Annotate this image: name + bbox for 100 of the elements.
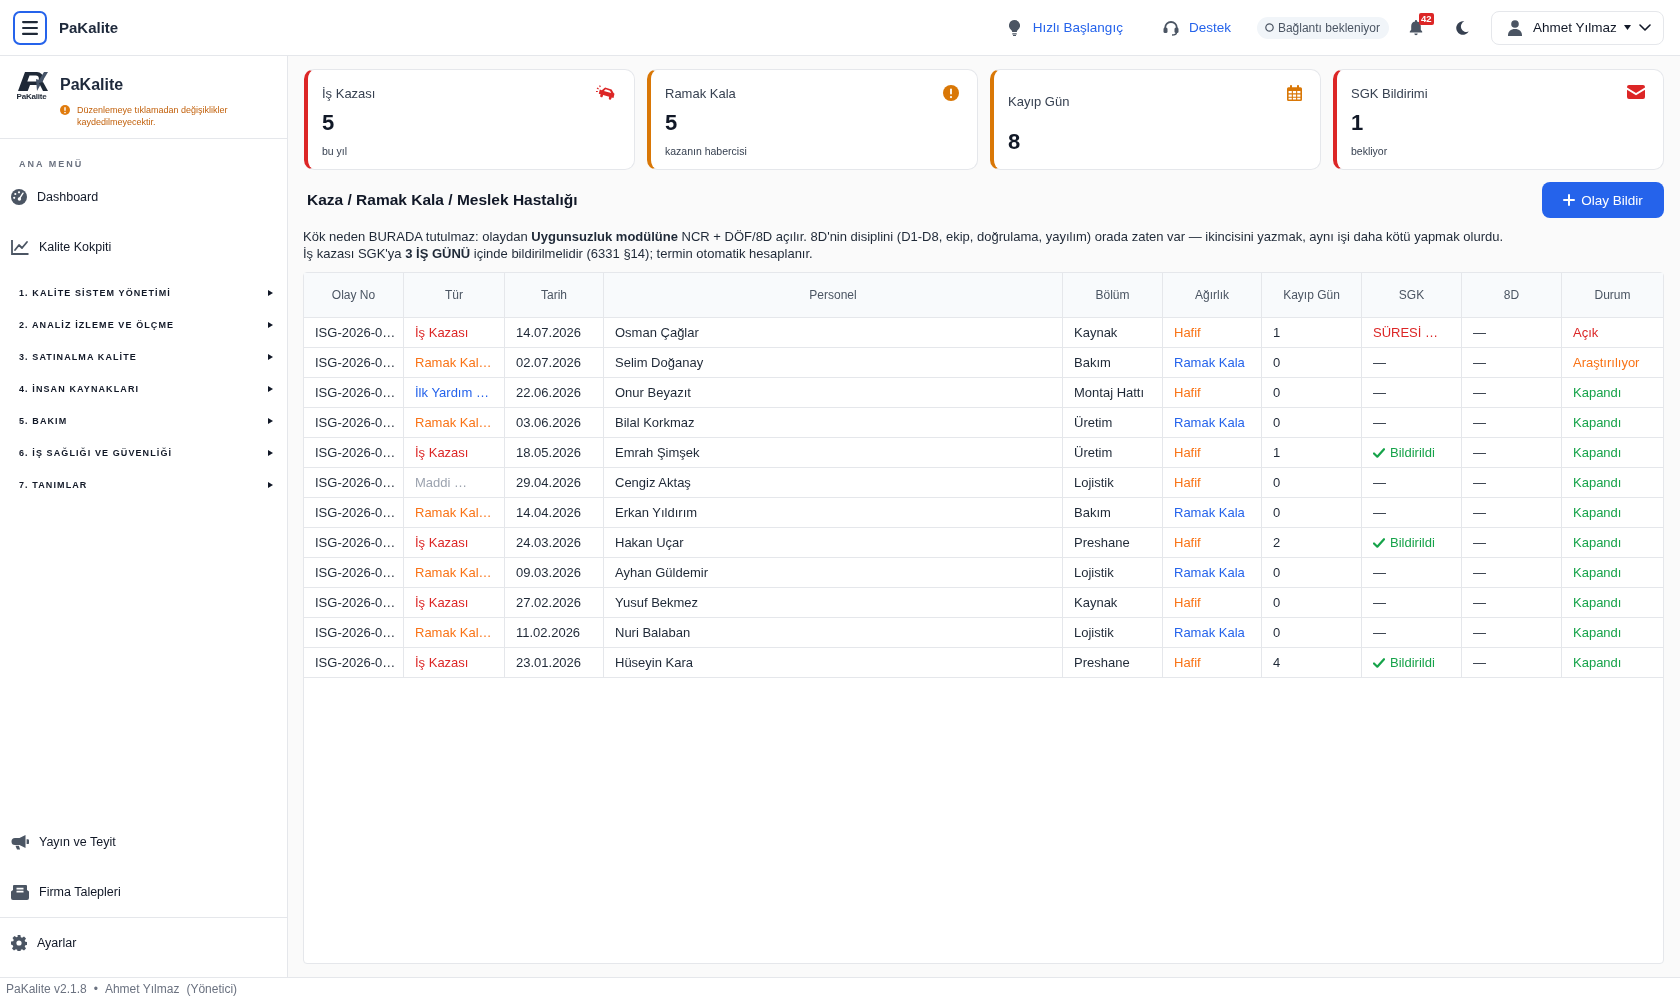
info-text: Kök neden BURADA tutulmaz: olaydan Uygunsuzluk modülüne NCR + DÖF/8D açılır. 8D'nin disiplini (D1-D8, ekip, doğrulama, yayılım) orada zaten var — ikincisini yazmak, aynı işi daha kötü yapmak olurdu.: [303, 228, 1505, 245]
table-cell: Cengiz Aktaş: [615, 475, 691, 490]
ring-icon: [1264, 23, 1274, 32]
stat-title: Ramak Kala: [665, 85, 737, 103]
sidebar-group[interactable]: 7. TANIMLAR: [0, 469, 287, 501]
table-cell: —: [1473, 385, 1486, 400]
menu-button[interactable]: [13, 10, 47, 45]
table-cell: Bilal Korkmaz: [615, 415, 695, 430]
table-cell: 0: [1273, 385, 1281, 400]
sidebar-group[interactable]: 6. İŞ SAĞLIĞI VE GÜVENLİĞİ: [0, 437, 287, 469]
stat-note: bu yıl: [322, 144, 349, 159]
column-header: Bölüm: [1095, 288, 1130, 302]
table-cell: Bakım: [1074, 505, 1111, 520]
table-cell: —: [1473, 595, 1486, 610]
sidebar-group[interactable]: 5. BAKIM: [0, 405, 287, 437]
table-cell: İlk Yardım …: [415, 385, 489, 400]
table-cell: Kapandı: [1573, 385, 1622, 400]
table-cell: Yusuf Bekmez: [615, 595, 699, 610]
sidebar-group[interactable]: 2. ANALİZ İZLEME VE ÖLÇME: [0, 309, 287, 341]
column-header: Kayıp Gün: [1283, 288, 1340, 302]
chevron-down-icon: [1639, 24, 1651, 31]
table-cell: Ramak Kala: [1174, 505, 1245, 520]
notification-count: 42: [1419, 12, 1434, 25]
table-cell: 14.07.2026: [516, 325, 582, 340]
table-cell: Üretim: [1074, 415, 1113, 430]
table-cell: —: [1473, 625, 1486, 640]
stat-value: 8: [1008, 128, 1022, 156]
table-cell: Araştırılıyor: [1573, 355, 1640, 370]
page-title: Kaza / Ramak Kala / Meslek Hastalığı: [307, 191, 578, 209]
sidebar-item[interactable]: Dashboard: [0, 172, 287, 222]
table-cell: Ramak Kal…: [415, 415, 492, 430]
stat-title: SGK Bildirimi: [1351, 85, 1429, 103]
table-cell: İş Kazası: [415, 655, 469, 670]
table-cell: —: [1473, 415, 1486, 430]
table-cell: 0: [1273, 625, 1281, 640]
table-cell: ISG-2026-0…: [315, 445, 396, 460]
table-cell: 0: [1273, 565, 1281, 580]
user-role: (Yönetici): [186, 982, 238, 996]
line-chart-icon: [11, 239, 29, 255]
table-cell: Hüseyin Kara: [615, 655, 694, 670]
table-cell: 22.06.2026: [516, 385, 582, 400]
table-cell: ISG-2026-0…: [315, 625, 396, 640]
table-cell: Hakan Uçar: [615, 535, 684, 550]
table-cell: Nuri Balaban: [615, 625, 691, 640]
table-cell: Kapandı: [1573, 625, 1622, 640]
sidebar-group[interactable]: 1. KALİTE SİSTEM YÖNETİMİ: [0, 277, 287, 309]
table-cell: 0: [1273, 505, 1281, 520]
table-cell: Kapandı: [1573, 415, 1622, 430]
report-incident-button[interactable]: Olay Bildir: [1542, 182, 1664, 218]
table-cell: Hafif: [1174, 325, 1201, 340]
table-cell: Hafif: [1174, 475, 1201, 490]
moon-icon: [1456, 20, 1469, 35]
calendar-icon: [1287, 85, 1302, 101]
column-header: Tür: [445, 288, 463, 302]
table-cell: Hafif: [1174, 655, 1201, 670]
table-cell: 23.01.2026: [516, 655, 582, 670]
user-menu-button[interactable]: Ahmet Yılmaz: [1491, 10, 1664, 45]
table-cell: ISG-2026-0…: [315, 385, 396, 400]
sidebar-item[interactable]: Kalite Kokpiti: [0, 222, 287, 272]
sidebar-item[interactable]: Yayın ve Teyit: [0, 817, 287, 867]
table-cell: —: [1373, 565, 1386, 580]
table-cell: Kapandı: [1573, 535, 1622, 550]
stat-note: kazanın habercisi: [665, 144, 748, 159]
column-header: Tarih: [541, 288, 567, 302]
table-cell: Kaynak: [1074, 595, 1118, 610]
envelope-icon: [1627, 85, 1645, 99]
table-cell: İş Kazası: [415, 535, 469, 550]
table-cell: Bildirildi: [1390, 655, 1435, 670]
gauge-icon: [11, 189, 27, 205]
table-cell: Hafif: [1174, 595, 1201, 610]
table-cell: 02.07.2026: [516, 355, 582, 370]
table-cell: Kaynak: [1074, 325, 1118, 340]
sidebar-group[interactable]: 3. SATINALMA KALİTE: [0, 341, 287, 373]
table-cell: —: [1373, 475, 1386, 490]
table-cell: Bildirildi: [1390, 445, 1435, 460]
table-cell: —: [1373, 355, 1386, 370]
stat-title: Kayıp Gün: [1008, 93, 1071, 111]
table-cell: Lojistik: [1074, 565, 1114, 580]
table-cell: —: [1473, 655, 1486, 670]
sidebar-group[interactable]: 4. İNSAN KAYNAKLARI: [0, 373, 287, 405]
car-icon: [596, 85, 616, 101]
sidebar-item[interactable]: Firma Talepleri: [0, 867, 287, 917]
menu-icon: [22, 20, 38, 35]
table-cell: SÜRESİ …: [1373, 325, 1438, 340]
stat-value: 5: [322, 109, 336, 137]
inbox-icon: [11, 884, 29, 900]
settings-item[interactable]: Ayarlar: [0, 918, 287, 968]
table-cell: Bakım: [1074, 355, 1111, 370]
version-text: PaKalite v2.1.8: [6, 982, 87, 996]
table-cell: —: [1373, 595, 1386, 610]
table-cell: 27.02.2026: [516, 595, 582, 610]
theme-toggle-button[interactable]: [1456, 20, 1469, 35]
stat-title: İş Kazası: [322, 85, 377, 103]
table-cell: Kapandı: [1573, 595, 1622, 610]
table-cell: Kapandı: [1573, 505, 1622, 520]
plus-icon: [1563, 194, 1576, 206]
table-cell: 2: [1273, 535, 1281, 550]
quick-start-link[interactable]: Hızlı Başlangıç: [1008, 19, 1123, 36]
bell-icon: [1409, 19, 1423, 36]
support-link[interactable]: Destek: [1162, 19, 1231, 36]
